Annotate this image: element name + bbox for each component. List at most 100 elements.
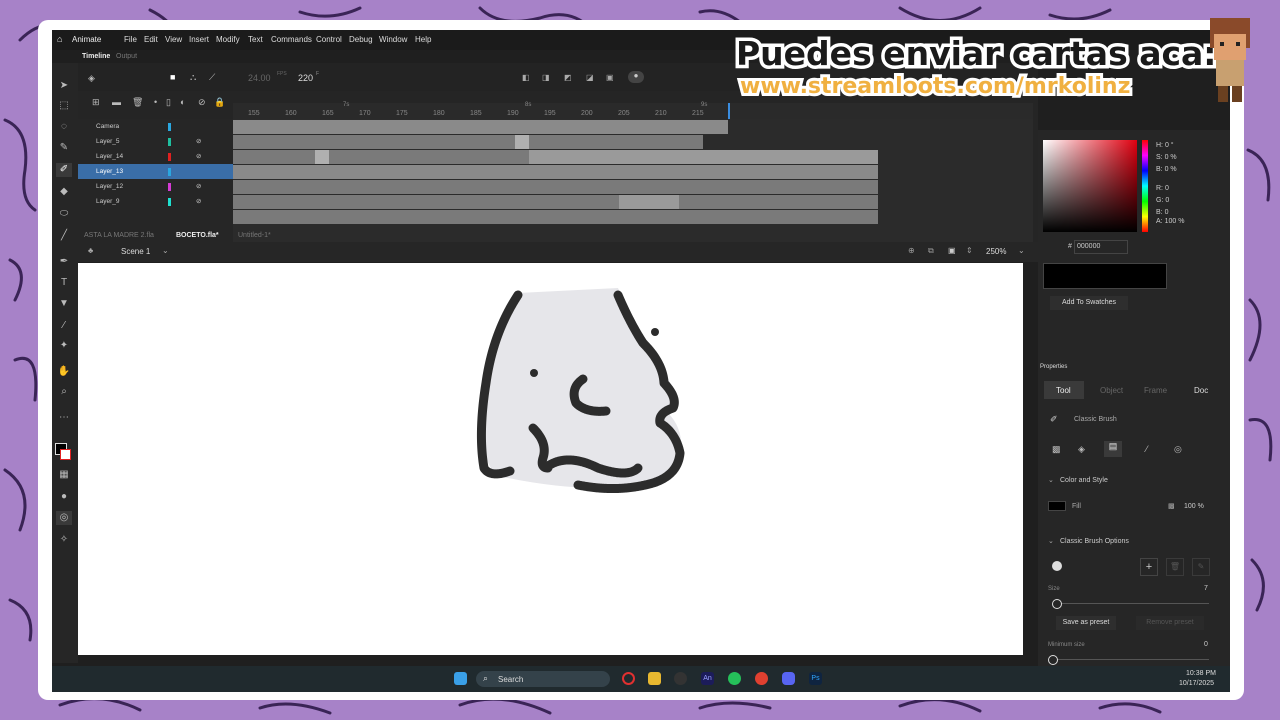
min-size-slider-thumb[interactable] [1048, 655, 1058, 665]
chevron-down-icon[interactable]: ⌄ [1048, 476, 1054, 484]
doc-tab[interactable]: ASTA LA MADRE 2.fla [84, 232, 154, 239]
taskbar-time[interactable]: 10:38 PM [1186, 670, 1216, 677]
discord-icon[interactable] [782, 672, 795, 685]
new-layer-icon[interactable]: ⊞ [92, 97, 100, 108]
paint-bucket-icon[interactable]: ▼ [56, 297, 72, 311]
b-value[interactable]: 0 % [1165, 166, 1177, 173]
hidden-eye-icon[interactable]: ⊘ [196, 134, 201, 149]
hex-input[interactable]: 000000 [1074, 240, 1128, 254]
fill-color-swatch[interactable] [60, 449, 71, 460]
opera-icon[interactable] [622, 672, 635, 685]
new-folder-icon[interactable]: ▬ [112, 97, 121, 107]
first-frame-icon[interactable]: ◧ [522, 73, 530, 82]
tab-tool[interactable]: Tool [1056, 386, 1071, 395]
doc-tab[interactable]: Untitled-1* [238, 232, 271, 239]
next-frame-icon[interactable]: ▣ [606, 73, 614, 82]
r-value[interactable]: 0 [1165, 185, 1169, 192]
taskbar-search-box[interactable]: ⌕ Search [476, 671, 610, 687]
add-brush-button[interactable]: + [1140, 558, 1158, 576]
hue-slider[interactable] [1142, 140, 1148, 232]
smoothing-icon[interactable]: ◎ [1174, 444, 1182, 455]
obs-icon[interactable] [674, 672, 687, 685]
doc-tab-active[interactable]: BOCETO.fla* [176, 232, 219, 239]
layer-parent-icon[interactable]: ⛬ [190, 72, 196, 83]
delete-layer-icon[interactable]: 🗑 [132, 97, 143, 108]
menu-modify[interactable]: Modify [216, 35, 240, 44]
home-icon[interactable]: ⌂ [57, 34, 62, 44]
lock-icon[interactable]: 🔒 [214, 97, 225, 108]
frame-span[interactable] [233, 120, 728, 134]
pencil-icon[interactable]: ✎ [56, 141, 72, 155]
layer-row[interactable]: Layer_5 ⊘ [78, 134, 233, 149]
menu-help[interactable]: Help [415, 35, 431, 44]
menu-file[interactable]: File [124, 35, 137, 44]
menu-control[interactable]: Control [316, 35, 342, 44]
zoom-chevron-icon[interactable]: ⌄ [1018, 246, 1025, 255]
fill-alpha[interactable]: 100 % [1184, 503, 1204, 510]
h-value[interactable]: 0 ° [1165, 142, 1174, 149]
frame-span[interactable] [233, 210, 878, 224]
tab-timeline[interactable]: Timeline [82, 53, 110, 60]
draw-behind-icon[interactable]: ▤ [1104, 441, 1122, 457]
camera-icon[interactable]: ■ [170, 72, 175, 82]
hidden-eye-icon[interactable]: ⊘ [196, 149, 201, 164]
menu-debug[interactable]: Debug [349, 35, 373, 44]
play-icon[interactable]: ◩ [564, 73, 572, 82]
onion-skin-icon[interactable]: ● [628, 71, 644, 83]
center-stage-icon[interactable]: ⊕ [908, 246, 915, 255]
layer-row[interactable]: Layer_12 ⊘ [78, 179, 233, 194]
menu-view[interactable]: View [165, 35, 182, 44]
menu-edit[interactable]: Edit [144, 35, 158, 44]
object-mode-icon[interactable]: ◈ [1078, 444, 1085, 455]
taskbar-date[interactable]: 10/17/2025 [1179, 680, 1214, 687]
layer-row-camera[interactable]: Camera [78, 119, 233, 134]
menu-insert[interactable]: Insert [189, 35, 209, 44]
line-icon[interactable]: ╱ [56, 229, 72, 243]
frame-span[interactable] [233, 180, 878, 194]
paint-mode-icon[interactable]: ▩ [1052, 444, 1061, 455]
color-style-heading[interactable]: Color and Style [1060, 477, 1108, 484]
stage-canvas[interactable] [78, 263, 1023, 655]
brush-mode-icon[interactable]: ◎ [56, 511, 72, 525]
chevron-down-icon[interactable]: ⌄ [162, 246, 169, 255]
tab-object[interactable]: Object [1100, 386, 1123, 395]
selection-tool-icon[interactable]: ➤ [56, 79, 72, 93]
chrome-icon[interactable] [755, 672, 768, 685]
scene-name[interactable]: Scene 1 [121, 247, 150, 256]
highlight-icon[interactable]: • [154, 97, 157, 107]
min-size-value[interactable]: 0 [1204, 641, 1208, 648]
layer-row-selected[interactable]: Layer_13 [78, 164, 233, 179]
eyedropper-icon[interactable]: ⁄ [56, 319, 72, 333]
size-slider-track[interactable] [1054, 603, 1209, 604]
animate-app-icon[interactable]: An [701, 672, 714, 685]
layers-icon[interactable]: ◈ [88, 73, 95, 84]
whatsapp-icon[interactable] [728, 672, 741, 685]
frame-span[interactable] [233, 195, 878, 209]
a-value[interactable]: 100 % [1165, 218, 1185, 225]
keyframe-block[interactable] [315, 150, 329, 164]
hand-icon[interactable]: ✋ [56, 365, 72, 379]
s-value[interactable]: 0 % [1165, 154, 1177, 161]
fit-icon[interactable]: ▣ [948, 246, 956, 255]
fps-value[interactable]: 24.00 [248, 73, 271, 83]
menu-commands[interactable]: Commands [271, 35, 312, 44]
current-frame[interactable]: 220 [298, 73, 313, 83]
graph-icon[interactable]: ⟋ [209, 72, 215, 83]
free-transform-icon[interactable]: ⬚ [56, 99, 72, 113]
layer-row[interactable]: Layer_9 ⊘ [78, 194, 233, 209]
brush-tool-icon[interactable]: ✐ [56, 163, 72, 177]
tab-doc[interactable]: Doc [1194, 386, 1208, 395]
edit-brush-icon[interactable]: ✎ [1192, 558, 1210, 576]
hide-all-icon[interactable]: ⊘ [198, 97, 206, 108]
remove-preset-button[interactable]: Remove preset [1136, 616, 1204, 630]
lasso-icon[interactable]: ◌ [56, 120, 72, 134]
menu-text[interactable]: Text [248, 35, 263, 44]
tab-output[interactable]: Output [116, 53, 137, 60]
more-tools-icon[interactable]: ⋯ [56, 411, 72, 425]
color-picker-field[interactable] [1043, 140, 1137, 232]
rotate-icon[interactable]: ⇕ [966, 246, 973, 255]
file-explorer-icon[interactable] [648, 672, 661, 685]
oval-icon[interactable]: ⬭ [56, 207, 72, 221]
text-icon[interactable]: T [56, 276, 72, 290]
brush-options-heading[interactable]: Classic Brush Options [1060, 538, 1129, 545]
